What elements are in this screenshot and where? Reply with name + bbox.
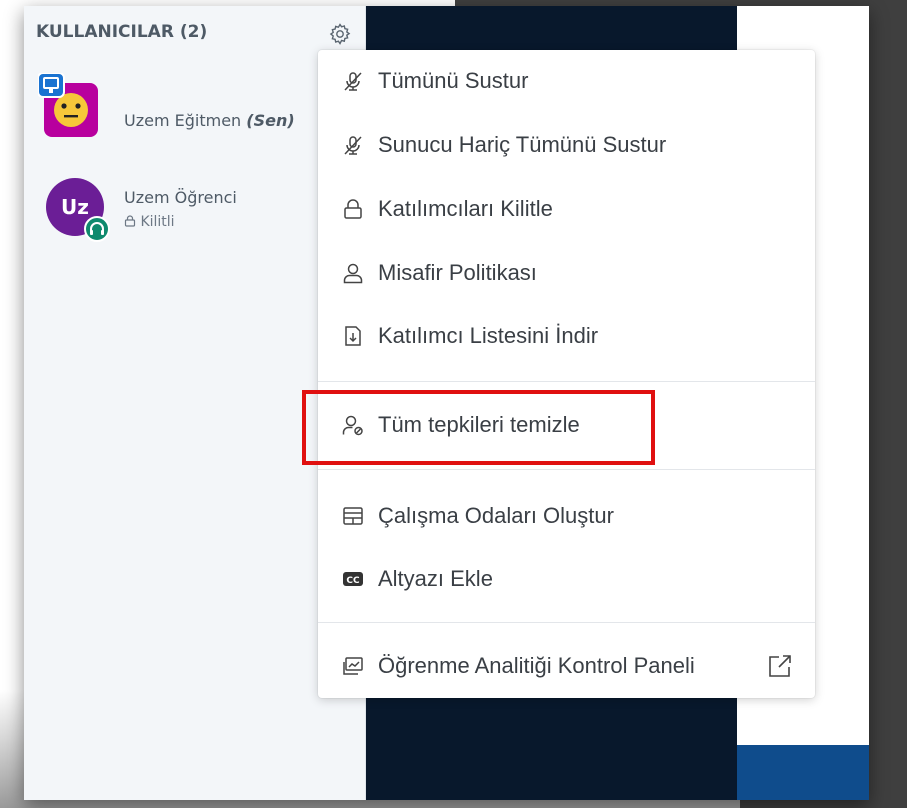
user-list-item[interactable]: Uzem Eğitmen (Sen)	[38, 73, 344, 151]
user-list-item[interactable]: Uz Uzem Öğrenci Kilitli	[44, 176, 344, 246]
external-link-icon	[769, 655, 791, 677]
svg-text:CC: CC	[346, 576, 360, 586]
user-name: Uzem Öğrenci	[124, 188, 237, 207]
users-header: KULLANICILAR (2)	[36, 22, 208, 42]
menu-divider	[318, 381, 815, 382]
menu-divider	[318, 622, 815, 623]
download-file-icon	[345, 326, 361, 346]
menu-item-create-breakout-rooms[interactable]: Çalışma Odaları Oluştur	[318, 492, 815, 540]
lock-icon	[344, 199, 362, 219]
user-status: Kilitli	[124, 214, 175, 230]
lock-icon	[124, 215, 136, 227]
cc-icon: CC	[343, 572, 363, 586]
menu-item-lock-participants[interactable]: Katılımcıları Kilitle	[318, 185, 815, 233]
menu-item-mute-all[interactable]: Tümünü Sustur	[318, 57, 815, 105]
analytics-icon	[343, 657, 363, 675]
options-menu: Tümünü Sustur Sunucu Hariç Tümünü Sustur…	[318, 50, 815, 698]
rooms-icon	[343, 507, 363, 525]
user-icon	[343, 263, 363, 284]
user-name: Uzem Eğitmen (Sen)	[124, 111, 295, 130]
menu-item-download-participants[interactable]: Katılımcı Listesini İndir	[318, 312, 815, 360]
menu-item-add-captions[interactable]: CC Altyazı Ekle	[318, 555, 815, 603]
headphones-icon	[84, 216, 110, 242]
menu-item-learning-analytics[interactable]: Öğrenme Analitiği Kontrol Paneli	[318, 642, 815, 690]
mic-off-icon	[344, 72, 362, 91]
menu-item-mute-all-except-presenter[interactable]: Sunucu Hariç Tümünü Sustur	[318, 121, 815, 169]
menu-item-guest-policy[interactable]: Misafir Politikası	[318, 249, 815, 297]
highlight-box	[302, 390, 655, 465]
self-tag: (Sen)	[246, 111, 295, 130]
mic-off-icon	[344, 136, 362, 155]
gear-icon[interactable]	[328, 22, 352, 46]
bottom-blue-bar	[737, 745, 869, 800]
menu-divider	[318, 469, 815, 470]
presenter-avatar-icon	[38, 73, 98, 137]
